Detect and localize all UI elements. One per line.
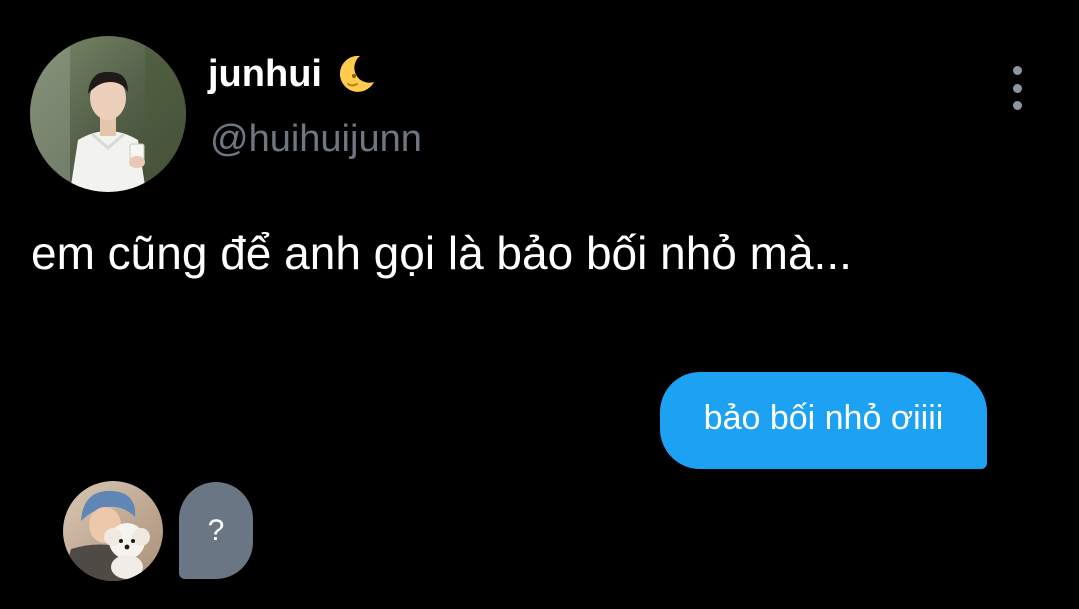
sent-message-bubble[interactable]: bảo bối nhỏ ơiiii (660, 372, 987, 469)
crescent-moon-face-icon (334, 52, 378, 96)
tweet-text: em cũng để anh gọi là bảo bối nhỏ mà... (31, 227, 852, 279)
profile-avatar[interactable] (30, 36, 186, 192)
user-handle: @huihuijunn (210, 118, 422, 160)
received-message-text: ? (207, 513, 225, 547)
received-message-bubble[interactable]: ? (179, 482, 253, 579)
display-name: junhui (208, 53, 322, 95)
more-vertical-icon[interactable] (1004, 66, 1030, 110)
display-name-row: junhui (208, 52, 378, 96)
received-message-avatar[interactable] (63, 481, 163, 581)
sent-message-text: bảo bối nhỏ ơiiii (703, 399, 944, 437)
